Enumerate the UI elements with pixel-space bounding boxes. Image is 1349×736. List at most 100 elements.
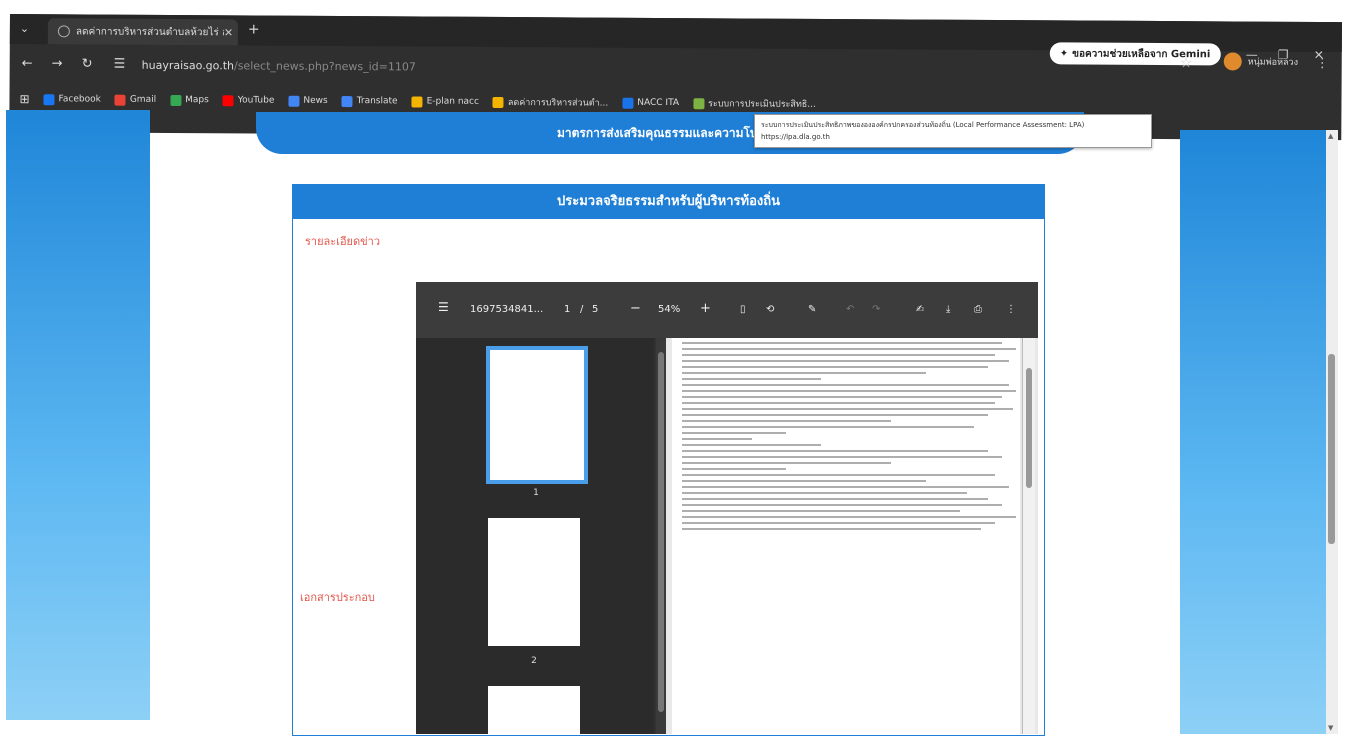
card-title: ประมวลจริยธรรมสำหรับผู้บริหารท้องถิ่น [293,185,1044,219]
pdf-text-line [682,528,982,530]
zoom-out-icon[interactable]: − [630,301,641,316]
pdf-text-line [682,372,926,374]
pdf-text-line [682,354,996,356]
page-number-input[interactable]: 1 [564,304,570,315]
page-separator: / [580,304,584,315]
pdf-text-line [682,432,787,434]
details-label: รายละเอียดข่าว [305,235,381,248]
attachments-label: เอกสารประกอบ [300,591,375,604]
bookmark-item[interactable]: News [288,95,328,107]
profile-name: หนุ่มพ่อหลวง [1247,57,1299,68]
bookmark-label: ลดค่าการบริหารส่วนตำ... [507,98,609,109]
pdf-text-line [682,360,1010,362]
tab-title: ลดค่าการบริหารส่วนตำบลห้วยไร่ อำเ... [75,25,224,38]
pdf-text-line [682,468,787,470]
bookmark-item[interactable]: ระบบการประเมินประสิทธิ... [693,96,816,111]
undo-icon[interactable]: ↶ [846,304,854,315]
pdf-text-line [682,516,1017,518]
bookmark-favicon-icon [622,97,634,109]
pdf-text-line [682,384,1010,386]
back-icon[interactable]: ← [22,56,33,71]
site-favicon-icon [57,25,70,38]
bookmark-favicon-icon [492,96,504,108]
active-tab[interactable]: ลดค่าการบริหารส่วนตำบลห้วยไร่ อำเ... ✕ [47,18,238,46]
bookmark-favicon-icon [43,93,55,105]
pdf-text-line [682,444,822,446]
rotate-icon[interactable]: ⟲ [766,304,774,315]
bookmark-item[interactable]: Maps [170,94,209,106]
thumbnail-sidebar: 1 2 [416,338,654,734]
page-scrollbar-thumb[interactable] [1328,354,1335,544]
bookmark-item[interactable]: YouTube [222,94,275,106]
bookmark-item[interactable]: E-plan nacc [411,95,479,108]
pdf-text-line [682,396,1003,398]
redo-icon[interactable]: ↷ [872,304,880,315]
apps-grid-icon[interactable]: ⊞ [19,92,29,106]
pdf-file-name: 1697534841... [470,304,544,315]
pdf-document-area [666,338,1038,734]
pdf-scrollbar-thumb[interactable] [1026,368,1032,488]
pdf-scrollbar[interactable] [1022,338,1035,734]
thumbnail-scrollbar-thumb[interactable] [658,352,664,712]
fit-page-icon[interactable]: ▯ [740,304,746,315]
thumbnail-page-1[interactable] [486,346,588,484]
pdf-text-line [682,426,975,428]
bookmark-label: YouTube [237,95,275,106]
zoom-in-icon[interactable]: + [700,301,711,316]
pdf-text-line [682,492,968,494]
pdf-text-line [682,420,891,422]
profile-button[interactable]: หนุ่มพ่อหลวง [1223,52,1299,71]
pdf-toolbar: ☰ 1697534841... 1 / 5 − 54% + ▯ ⟲ ✎ ↶ ↷ … [416,282,1038,338]
pdf-text-line [682,462,891,464]
tab-search-button[interactable]: ⌄ [20,22,29,35]
print-icon[interactable]: ⎙ [974,304,982,315]
reload-icon[interactable]: ↻ [82,56,93,71]
zoom-level[interactable]: 54% [658,304,680,315]
pdf-text-line [682,480,926,482]
url-field[interactable]: huayraisao.go.th/select_news.php?news_id… [142,59,416,74]
pdf-text-line [682,456,1003,458]
pdf-text-line [682,438,752,440]
bookmark-item[interactable]: NACC ITA [622,97,679,109]
bookmark-tooltip: ระบบการประเมินประสิทธิภาพของององค์กรปกคร… [754,114,1152,148]
url-path: /select_news.php?news_id=1107 [233,59,416,74]
pdf-text-line [682,390,1017,392]
pdf-viewer: ☰ 1697534841... 1 / 5 − 54% + ▯ ⟲ ✎ ↶ ↷ … [416,282,1038,734]
annotate-icon[interactable]: ✎ [808,304,816,315]
thumbnail-scrollbar[interactable] [656,338,666,734]
page-scrollbar[interactable]: ▲ ▼ [1326,130,1338,734]
pdf-text-line [682,504,1003,506]
right-decoration [1180,130,1326,734]
pdf-menu-icon[interactable]: ⋮ [1006,304,1016,315]
thumbnail-label-2: 2 [531,656,537,666]
bookmark-favicon-icon [693,97,705,109]
scroll-up-icon[interactable]: ▲ [1328,132,1333,140]
sidebar-toggle-icon[interactable]: ☰ [438,300,449,314]
thumbnail-page-3[interactable] [488,686,580,734]
bookmark-item[interactable]: ลดค่าการบริหารส่วนตำ... [492,95,609,110]
new-tab-button[interactable]: + [248,21,260,37]
pdf-text-line [682,366,989,368]
signature-icon[interactable]: ✍ [916,304,924,315]
bookmark-label: Gmail [129,94,157,105]
bookmark-favicon-icon [222,94,234,106]
browser-menu-icon[interactable]: ⋮ [1316,56,1329,71]
thumbnail-page-2[interactable] [488,518,580,646]
address-bar-row: ← → ↻ ☰ huayraisao.go.th/select_news.php… [10,48,1342,88]
bookmark-label: Facebook [58,94,101,105]
scroll-down-icon[interactable]: ▼ [1328,724,1333,732]
pdf-text-line [682,414,989,416]
site-info-icon[interactable]: ☰ [114,57,126,72]
forward-icon[interactable]: → [52,56,63,71]
page-total: 5 [592,304,599,315]
bookmark-favicon-icon [288,95,300,107]
pdf-text-line [682,498,989,500]
bookmark-item[interactable]: Facebook [43,93,101,105]
bookmark-item[interactable]: Translate [341,95,398,107]
bookmark-star-icon[interactable]: ☆ [1180,55,1193,71]
bookmark-item[interactable]: Gmail [114,94,157,106]
pdf-text-line [682,348,1017,350]
bookmark-favicon-icon [341,95,353,107]
tab-close-icon[interactable]: ✕ [224,26,238,39]
download-icon[interactable]: ⤓ [946,304,950,315]
